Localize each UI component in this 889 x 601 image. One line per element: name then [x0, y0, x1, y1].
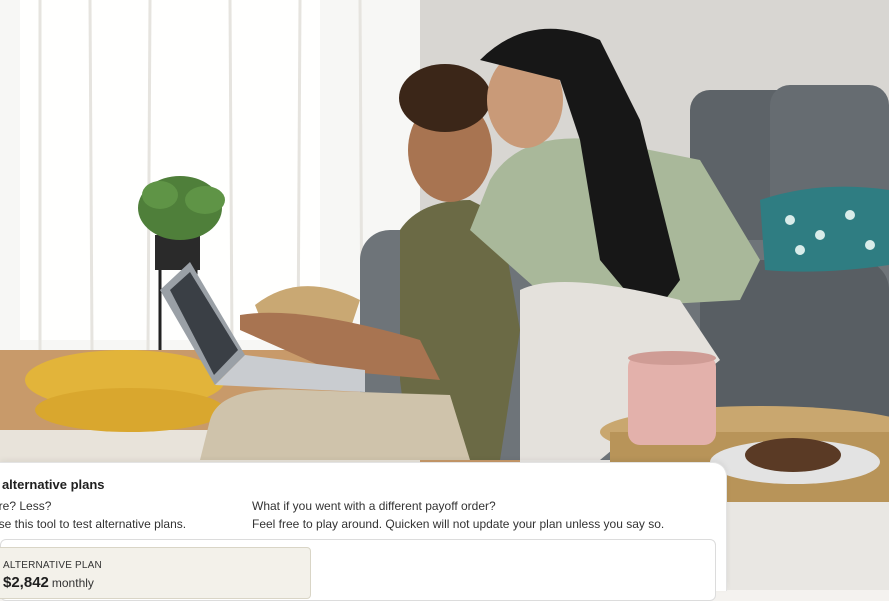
- right-description: What if you went with a different payoff…: [252, 497, 664, 533]
- alternative-plan-card[interactable]: ALTERNATIVE PLAN $2,842 monthly: [0, 547, 311, 599]
- alternative-plan-label: ALTERNATIVE PLAN: [3, 560, 102, 571]
- alternative-plan-amount: $2,842: [3, 574, 49, 591]
- alternative-plans-panel: t alternative plans ore? Less? use this …: [0, 462, 727, 601]
- right-line-2: Feel free to play around. Quicken will n…: [252, 517, 665, 531]
- left-description: ore? Less? use this tool to test alterna…: [0, 497, 186, 533]
- alternative-plan-amount-line: $2,842 monthly: [3, 574, 94, 591]
- right-line-1: What if you went with a different payoff…: [252, 499, 496, 513]
- panel-title: t alternative plans: [0, 477, 105, 492]
- left-line-1: ore? Less?: [0, 499, 52, 513]
- alternative-plan-period: monthly: [51, 576, 94, 590]
- left-line-2: use this tool to test alternative plans.: [0, 517, 187, 531]
